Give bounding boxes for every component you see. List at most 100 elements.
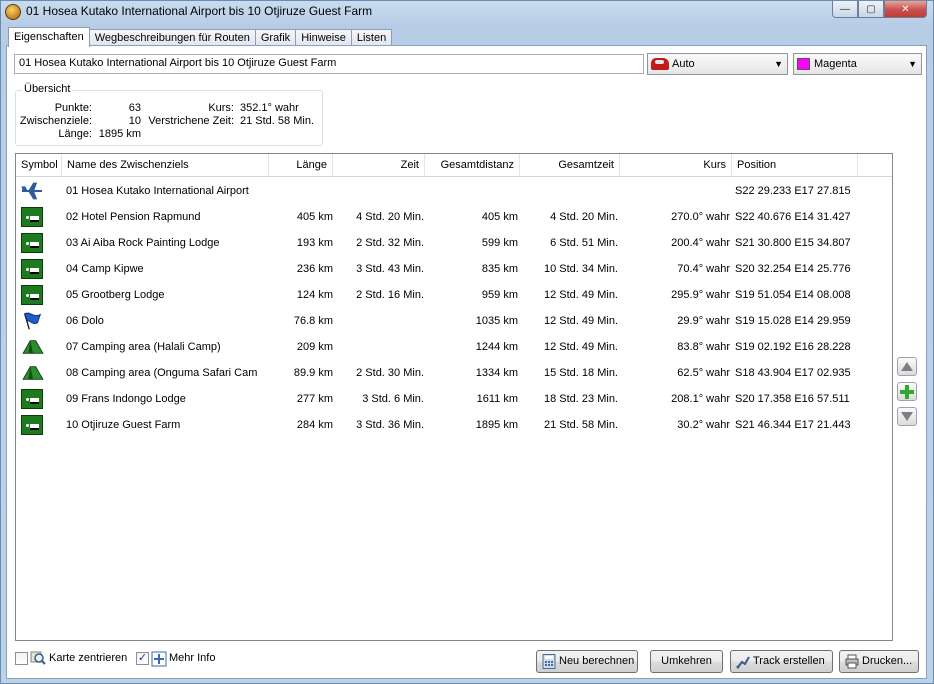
- move-down-button[interactable]: [897, 407, 917, 426]
- cell-name: 02 Hotel Pension Rapmund: [66, 211, 201, 223]
- table-row[interactable]: 02 Hotel Pension Rapmund 405 km 4 Std. 20 …: [16, 204, 892, 230]
- cell-gesamtzeit: 12 Std. 49 Min.: [544, 341, 618, 353]
- cell-gesamtzeit: 10 Std. 34 Min.: [544, 263, 618, 275]
- cell-zeit: 2 Std. 16 Min.: [356, 289, 424, 301]
- overview-legend: Übersicht: [22, 83, 73, 95]
- maximize-button[interactable]: ▢: [858, 1, 884, 18]
- col-gesamtzeit[interactable]: Gesamtzeit: [520, 154, 620, 177]
- karte-zentrieren-label: Karte zentrieren: [49, 652, 128, 664]
- title-bar: 01 Hosea Kutako International Airport bi…: [1, 1, 933, 23]
- cell-gesamtdistanz: 1334 km: [475, 367, 518, 379]
- transport-mode-select[interactable]: Auto ▼: [647, 53, 788, 75]
- cell-zeit: 3 Std. 43 Min.: [356, 263, 424, 275]
- lodging-icon: [21, 285, 43, 305]
- cell-gesamtdistanz: 599 km: [481, 237, 518, 249]
- list-header: Symbol Name des Zwischenziels Länge Zeit…: [16, 154, 892, 177]
- lodging-icon: [21, 233, 43, 253]
- add-waypoint-button[interactable]: [897, 382, 917, 401]
- drucken-button[interactable]: Drucken...: [839, 650, 919, 673]
- cell-laenge: 277 km: [296, 393, 333, 405]
- window-title: 01 Hosea Kutako International Airport bi…: [26, 4, 373, 18]
- tent-icon: [22, 340, 44, 354]
- drucken-label: Drucken...: [862, 655, 913, 667]
- table-row[interactable]: 10 Otjiruze Guest Farm 284 km 3 Std. 36 Mi…: [16, 412, 892, 438]
- col-kurs[interactable]: Kurs: [620, 154, 732, 177]
- tent-icon: [22, 366, 44, 380]
- cell-position: S19 02.192 E16 28.228: [735, 341, 851, 353]
- umkehren-button[interactable]: Umkehren: [650, 650, 723, 673]
- transport-mode-value: Auto: [672, 58, 695, 70]
- cell-gesamtdistanz: 959 km: [481, 289, 518, 301]
- table-row[interactable]: 07 Camping area (Halali Camp) 209 km 1244 …: [16, 334, 892, 360]
- table-row[interactable]: 06 Dolo 76.8 km 1035 km 12 Std. 49 Min. 29.9…: [16, 308, 892, 334]
- cell-kurs: 208.1° wahr: [671, 393, 730, 405]
- cell-zeit: 3 Std. 36 Min.: [356, 419, 424, 431]
- cell-laenge: 124 km: [296, 289, 333, 301]
- karte-zentrieren-checkbox[interactable]: [15, 652, 28, 665]
- lodging-icon: [21, 259, 43, 279]
- cell-laenge: 209 km: [296, 341, 333, 353]
- cell-laenge: 193 km: [296, 237, 333, 249]
- cell-position: S18 43.904 E17 02.935: [735, 367, 851, 379]
- waypoint-side-buttons: [897, 357, 919, 432]
- cell-laenge: 405 km: [296, 211, 333, 223]
- col-zeit[interactable]: Zeit: [333, 154, 425, 177]
- table-row[interactable]: 05 Grootberg Lodge 124 km 2 Std. 16 Min. 95…: [16, 282, 892, 308]
- neu-berechnen-button[interactable]: Neu berechnen: [536, 650, 638, 673]
- cell-gesamtzeit: 12 Std. 49 Min.: [544, 289, 618, 301]
- zwischenziele-value: 10: [128, 115, 141, 127]
- col-spacer: [858, 154, 892, 177]
- cell-kurs: 70.4° wahr: [677, 263, 730, 275]
- close-button[interactable]: ✕: [884, 1, 927, 18]
- table-row[interactable]: 03 Ai Aiba Rock Painting Lodge 193 km 2 St…: [16, 230, 892, 256]
- col-laenge[interactable]: Länge: [269, 154, 333, 177]
- waypoint-list[interactable]: Symbol Name des Zwischenziels Länge Zeit…: [15, 153, 893, 641]
- kurs-label: Kurs:: [208, 102, 234, 114]
- table-row[interactable]: 09 Frans Indongo Lodge 277 km 3 Std. 6 Min…: [16, 386, 892, 412]
- cell-name: 10 Otjiruze Guest Farm: [66, 419, 181, 431]
- cell-position: S20 17.358 E16 57.511: [735, 393, 850, 405]
- zwischenziele-label: Zwischenziele:: [19, 115, 92, 127]
- cell-name: 05 Grootberg Lodge: [66, 289, 165, 301]
- arrow-down-icon: [901, 412, 913, 421]
- cell-kurs: 62.5° wahr: [677, 367, 730, 379]
- cell-gesamtzeit: 12 Std. 49 Min.: [544, 315, 618, 327]
- app-icon: [5, 4, 21, 20]
- mehr-info-checkbox[interactable]: ✓: [136, 652, 149, 665]
- table-row[interactable]: 01 Hosea Kutako International Airport S22…: [16, 178, 892, 204]
- col-gesamtdistanz[interactable]: Gesamtdistanz: [425, 154, 520, 177]
- cell-zeit: 2 Std. 30 Min.: [356, 367, 424, 379]
- arrow-up-icon: [901, 362, 913, 371]
- cell-kurs: 30.2° wahr: [677, 419, 730, 431]
- cell-gesamtdistanz: 835 km: [481, 263, 518, 275]
- cell-zeit: [333, 308, 424, 334]
- track-erstellen-button[interactable]: Track erstellen: [730, 650, 833, 673]
- cell-zeit: 3 Std. 6 Min.: [362, 393, 424, 405]
- verstrichene-zeit-label: Verstrichene Zeit:: [148, 115, 234, 127]
- punkte-label: Punkte:: [54, 102, 92, 114]
- cell-position: S19 51.054 E14 08.008: [735, 289, 851, 301]
- cell-laenge: 236 km: [296, 263, 333, 275]
- tab-content: 01 Hosea Kutako International Airport bi…: [6, 45, 927, 679]
- cell-name: 03 Ai Aiba Rock Painting Lodge: [66, 237, 220, 249]
- cell-gesamtzeit: 15 Std. 18 Min.: [544, 367, 618, 379]
- verstrichene-zeit-value: 21 Std. 58 Min.: [240, 115, 314, 127]
- cell-gesamtdistanz: 1895 km: [475, 419, 518, 431]
- laenge-label: Länge:: [58, 128, 92, 140]
- route-color-select[interactable]: Magenta ▼: [793, 53, 922, 75]
- route-name-input[interactable]: 01 Hosea Kutako International Airport bi…: [14, 54, 644, 74]
- table-row[interactable]: 08 Camping area (Onguma Safari Cam 89.9 k…: [16, 360, 892, 386]
- tab-eigenschaften[interactable]: Eigenschaften: [8, 27, 90, 47]
- cell-kurs: [620, 178, 730, 204]
- col-name[interactable]: Name des Zwischenziels: [62, 154, 269, 177]
- cell-zeit: [333, 334, 424, 360]
- col-position[interactable]: Position: [732, 154, 858, 177]
- move-up-button[interactable]: [897, 357, 917, 376]
- cell-zeit: 2 Std. 32 Min.: [356, 237, 424, 249]
- cell-name: 01 Hosea Kutako International Airport: [66, 185, 249, 197]
- minimize-button[interactable]: —: [832, 1, 858, 18]
- cell-name: 08 Camping area (Onguma Safari Cam: [66, 367, 258, 379]
- col-symbol[interactable]: Symbol: [16, 154, 62, 177]
- cell-gesamtdistanz: 405 km: [481, 211, 518, 223]
- table-row[interactable]: 04 Camp Kipwe 236 km 3 Std. 43 Min. 835 km 1…: [16, 256, 892, 282]
